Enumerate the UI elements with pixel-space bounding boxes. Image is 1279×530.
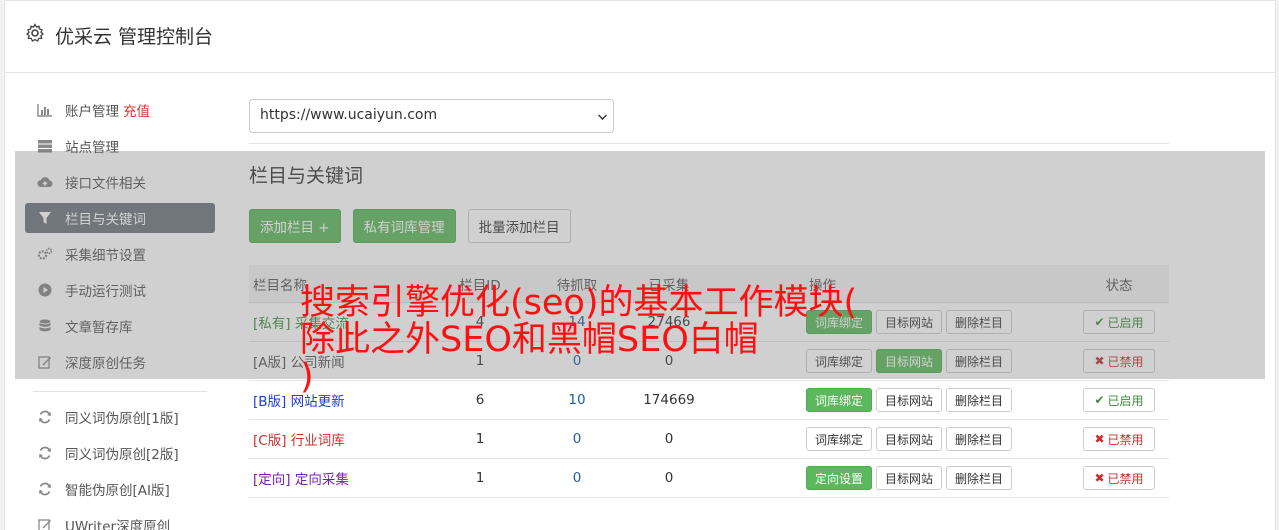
status-disabled-button[interactable]: ✖ 已禁用 xyxy=(1083,466,1155,490)
page-title: 优采云 管理控制台 xyxy=(55,26,214,48)
overlay-caption-line: 除此之外SEO和黑帽SEO白帽 xyxy=(300,320,759,360)
sidebar-item-label: 账户管理 xyxy=(65,104,119,120)
gear-icon xyxy=(25,23,45,42)
overlay-caption-line: 搜索引擎优化(seo)的基本工作模块( xyxy=(300,283,858,323)
table-row: [定向] 定向采集 1 0 0 定向设置 目标网站 删除栏目 ✖ 已禁用 xyxy=(249,459,1169,498)
status-cell: ✔ 已启用 xyxy=(1069,388,1169,412)
sidebar-item-label: 同义词伪原创[1版] xyxy=(65,411,179,427)
delete-column-button[interactable]: 删除栏目 xyxy=(946,466,1013,490)
sidebar-item-synonym-v1[interactable]: 同义词伪原创[1版] xyxy=(25,402,215,432)
overlay-caption-line: ) xyxy=(300,357,314,397)
column-name-link[interactable]: [C版] 行业词库 xyxy=(249,429,445,449)
pending-count[interactable]: 0 xyxy=(515,431,639,447)
divider xyxy=(249,143,1169,144)
check-icon: ✔ xyxy=(1094,393,1105,407)
sidebar-item-ai-rewrite[interactable]: 智能伪原创[AI版] xyxy=(25,474,215,504)
row-ops: 词库绑定 目标网站 删除栏目 xyxy=(699,427,1069,451)
status-disabled-button[interactable]: ✖ 已禁用 xyxy=(1083,427,1155,451)
status-cell: ✖ 已禁用 xyxy=(1069,427,1169,451)
overlay-caption: 搜索引擎优化(seo)的基本工作模块( 除此之外SEO和黑帽SEO白帽 ) xyxy=(300,285,1000,396)
delete-column-button[interactable]: 删除栏目 xyxy=(946,427,1013,451)
sidebar-item-label: 同义词伪原创[2版] xyxy=(65,447,179,463)
sidebar-item-uwriter[interactable]: UWriter深度原创 xyxy=(25,510,215,530)
row-ops: 定向设置 目标网站 删除栏目 xyxy=(699,466,1069,490)
column-id: 1 xyxy=(475,470,485,486)
target-site-button[interactable]: 目标网站 xyxy=(875,427,942,451)
collected-count: 0 xyxy=(664,431,674,447)
recharge-link[interactable]: 充值 xyxy=(123,100,150,120)
sidebar-divider xyxy=(33,391,207,392)
bar-chart-icon xyxy=(37,102,53,118)
column-name-link[interactable]: [定向] 定向采集 xyxy=(249,468,445,488)
refresh-icon xyxy=(37,481,53,497)
status-enabled-button[interactable]: ✔ 已启用 xyxy=(1083,388,1155,412)
directional-settings-button[interactable]: 定向设置 xyxy=(805,466,872,490)
x-icon: ✖ xyxy=(1094,432,1105,446)
sidebar-item-account[interactable]: 账户管理 充值 xyxy=(25,95,215,125)
header: 优采云 管理控制台 xyxy=(5,1,1275,73)
x-icon: ✖ xyxy=(1094,471,1105,485)
chevron-down-icon xyxy=(598,111,607,120)
collected-count: 0 xyxy=(664,470,674,486)
bind-lib-button[interactable]: 词库绑定 xyxy=(805,427,872,451)
sidebar-item-label: 智能伪原创[AI版] xyxy=(65,483,170,499)
refresh-icon xyxy=(37,409,53,425)
refresh-icon xyxy=(37,445,53,461)
target-site-button[interactable]: 目标网站 xyxy=(875,466,942,490)
table-row: [C版] 行业词库 1 0 0 词库绑定 目标网站 删除栏目 ✖ 已禁用 xyxy=(249,420,1169,459)
site-select-value: https://www.ucaiyun.com xyxy=(260,107,438,123)
status-cell: ✖ 已禁用 xyxy=(1069,466,1169,490)
site-select[interactable]: https://www.ucaiyun.com xyxy=(249,99,614,133)
pending-count[interactable]: 0 xyxy=(515,470,639,486)
column-id: 1 xyxy=(475,431,485,447)
edit-icon xyxy=(37,517,53,530)
sidebar-item-label: UWriter深度原创 xyxy=(65,519,171,530)
sidebar-item-synonym-v2[interactable]: 同义词伪原创[2版] xyxy=(25,438,215,468)
